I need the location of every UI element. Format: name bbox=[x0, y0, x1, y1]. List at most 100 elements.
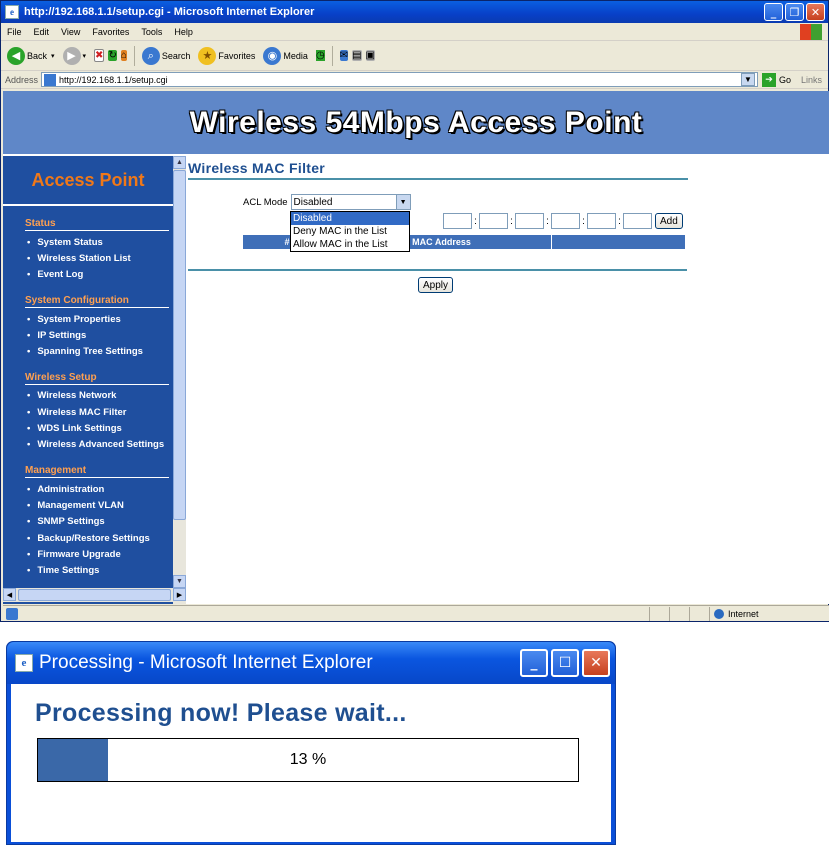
sidebar-item-management-vlan[interactable]: Management VLAN bbox=[25, 497, 169, 513]
sidebar-item-ip-settings[interactable]: IP Settings bbox=[25, 327, 169, 343]
minimize-button[interactable]: _ bbox=[520, 649, 548, 677]
sidebar-section-wireless-setup: Wireless Setup Wireless Network Wireless… bbox=[3, 372, 173, 453]
address-url: http://192.168.1.1/setup.cgi bbox=[59, 74, 168, 85]
menu-file[interactable]: File bbox=[7, 27, 22, 37]
acl-option-disabled[interactable]: Disabled bbox=[291, 212, 409, 225]
column-header-action bbox=[552, 235, 685, 249]
globe-icon bbox=[714, 608, 724, 619]
processing-window: e Processing - Microsoft Internet Explor… bbox=[6, 641, 616, 845]
search-button[interactable]: ⌕ Search bbox=[141, 46, 191, 65]
scroll-down-icon[interactable]: ▼ bbox=[173, 575, 186, 588]
forward-dropdown-icon[interactable]: ▾ bbox=[83, 52, 87, 60]
mac-separator: : bbox=[510, 215, 513, 227]
menu-view[interactable]: View bbox=[61, 27, 80, 37]
favorites-button[interactable]: ★ Favorites bbox=[198, 46, 255, 65]
search-icon: ⌕ bbox=[141, 46, 160, 65]
scroll-left-icon[interactable]: ◀ bbox=[3, 588, 16, 601]
sidebar-section-system-configuration: System Configuration System Properties I… bbox=[3, 295, 173, 360]
sidebar-vertical-scrollbar[interactable]: ▲ ▼ bbox=[173, 156, 186, 604]
restore-button[interactable]: ❐ bbox=[785, 3, 804, 21]
page-done-icon bbox=[6, 607, 18, 620]
media-label: Media bbox=[283, 50, 308, 61]
address-dropdown-icon[interactable]: ▼ bbox=[740, 73, 755, 86]
go-button[interactable]: ➔ Go bbox=[761, 72, 791, 87]
sidebar-horizontal-scrollbar[interactable]: ◀ ▶ bbox=[3, 588, 186, 602]
search-label: Search bbox=[161, 50, 191, 61]
toolbar: ◀ Back ▾ ▶ ▾ ✖ ↻ ⌂ ⌕ Search ★ Favorites … bbox=[1, 41, 828, 71]
stop-icon[interactable]: ✖ bbox=[94, 49, 105, 62]
acl-mode-value: Disabled bbox=[293, 196, 333, 208]
sidebar: Access Point Status System Status Wirele… bbox=[3, 156, 173, 604]
banner-title: Wireless 54Mbps Access Point bbox=[189, 105, 643, 139]
back-button[interactable]: ◀ Back ▾ bbox=[7, 46, 55, 65]
status-cell bbox=[649, 606, 669, 621]
sidebar-item-snmp-settings[interactable]: SNMP Settings bbox=[25, 514, 169, 530]
forward-arrow-icon: ▶ bbox=[62, 46, 81, 65]
refresh-icon[interactable]: ↻ bbox=[108, 50, 117, 61]
menu-favorites[interactable]: Favorites bbox=[92, 27, 129, 37]
mac-octet-5-field[interactable] bbox=[587, 213, 616, 229]
sidebar-section-status: Status System Status Wireless Station Li… bbox=[3, 218, 173, 283]
forward-button[interactable]: ▶ ▾ bbox=[62, 46, 87, 65]
mac-octet-1-field[interactable] bbox=[443, 213, 472, 229]
sidebar-item-firmware-upgrade[interactable]: Firmware Upgrade bbox=[25, 546, 169, 562]
mac-octet-6-field[interactable] bbox=[623, 213, 652, 229]
sidebar-item-backup-restore-settings[interactable]: Backup/Restore Settings bbox=[25, 530, 169, 546]
mac-separator: : bbox=[618, 215, 621, 227]
sidebar-item-event-log[interactable]: Event Log bbox=[25, 267, 169, 283]
status-cell bbox=[689, 606, 709, 621]
mac-octet-4-field[interactable] bbox=[551, 213, 580, 229]
sidebar-item-spanning-tree-settings[interactable]: Spanning Tree Settings bbox=[25, 343, 169, 359]
media-icon: ◉ bbox=[263, 46, 282, 65]
media-button[interactable]: ◉ Media bbox=[263, 46, 308, 65]
apply-button[interactable]: Apply bbox=[418, 277, 454, 293]
address-field[interactable]: http://192.168.1.1/setup.cgi ▼ bbox=[41, 72, 758, 87]
links-button[interactable]: Links bbox=[801, 75, 822, 85]
acl-mode-select[interactable]: Disabled ▼ bbox=[290, 194, 411, 210]
sidebar-item-wireless-station-list[interactable]: Wireless Station List bbox=[25, 250, 169, 266]
sidebar-section-title: Status bbox=[25, 218, 169, 231]
sidebar-item-administration[interactable]: Administration bbox=[25, 481, 169, 497]
mac-address-input-row: : : : : : Add bbox=[443, 213, 683, 229]
sidebar-heading: Access Point bbox=[3, 156, 173, 206]
history-icon[interactable]: ◷ bbox=[315, 50, 325, 61]
processing-title: Processing - Microsoft Internet Explorer bbox=[39, 652, 373, 673]
windows-logo-icon bbox=[800, 24, 822, 40]
back-dropdown-icon[interactable]: ▾ bbox=[51, 52, 55, 60]
chevron-down-icon[interactable]: ▼ bbox=[395, 195, 410, 209]
sidebar-item-wds-link-settings[interactable]: WDS Link Settings bbox=[25, 420, 169, 436]
mac-octet-3-field[interactable] bbox=[515, 213, 544, 229]
status-bar: Internet bbox=[3, 605, 829, 621]
edit-icon[interactable]: ▣ bbox=[365, 50, 375, 61]
maximize-button[interactable]: ☐ bbox=[551, 649, 579, 677]
menu-edit[interactable]: Edit bbox=[34, 27, 50, 37]
acl-option-allow[interactable]: Allow MAC in the List bbox=[291, 238, 409, 251]
sidebar-item-wireless-advanced-settings[interactable]: Wireless Advanced Settings bbox=[25, 437, 169, 453]
sidebar-item-time-settings[interactable]: Time Settings bbox=[25, 562, 169, 578]
sidebar-item-system-properties[interactable]: System Properties bbox=[25, 311, 169, 327]
close-button[interactable]: ✕ bbox=[582, 649, 610, 677]
mac-octet-2-field[interactable] bbox=[479, 213, 508, 229]
go-arrow-icon: ➔ bbox=[761, 72, 776, 87]
mail-icon[interactable]: ✉ bbox=[339, 50, 349, 61]
add-mac-button[interactable]: Add bbox=[655, 213, 683, 229]
minimize-button[interactable]: _ bbox=[764, 3, 783, 21]
sidebar-item-wireless-mac-filter[interactable]: Wireless MAC Filter bbox=[25, 404, 169, 420]
scroll-thumb[interactable] bbox=[173, 170, 186, 520]
sidebar-item-system-status[interactable]: System Status bbox=[25, 234, 169, 250]
sidebar-section-title: Management bbox=[25, 465, 169, 478]
close-button[interactable]: ✕ bbox=[806, 3, 825, 21]
zone-label: Internet bbox=[728, 608, 759, 619]
print-icon[interactable]: ▤ bbox=[352, 50, 362, 61]
acl-option-deny[interactable]: Deny MAC in the List bbox=[291, 225, 409, 238]
menu-help[interactable]: Help bbox=[174, 27, 193, 37]
home-icon[interactable]: ⌂ bbox=[120, 50, 127, 61]
progress-bar: 13 % bbox=[37, 738, 579, 782]
sidebar-item-wireless-network[interactable]: Wireless Network bbox=[25, 388, 169, 404]
acl-mode-dropdown-list: Disabled Deny MAC in the List Allow MAC … bbox=[290, 211, 410, 252]
scroll-up-icon[interactable]: ▲ bbox=[173, 156, 186, 169]
menu-tools[interactable]: Tools bbox=[141, 27, 162, 37]
scroll-thumb-horizontal[interactable] bbox=[18, 589, 171, 601]
scroll-right-icon[interactable]: ▶ bbox=[173, 588, 186, 601]
ie-page-icon: e bbox=[5, 5, 19, 19]
